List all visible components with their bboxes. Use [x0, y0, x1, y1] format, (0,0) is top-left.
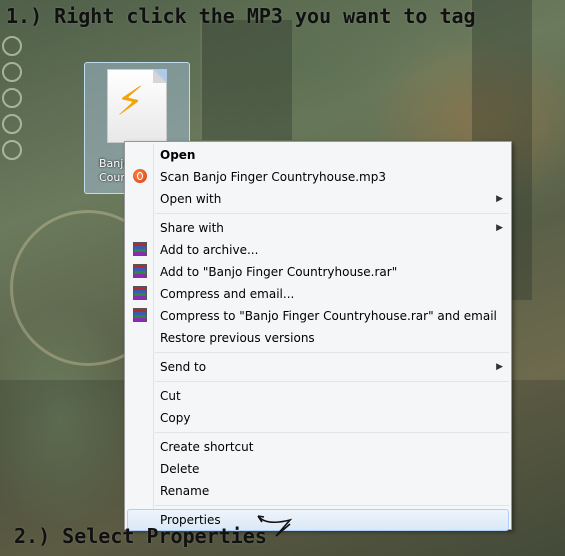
desktop-side-rail: [2, 30, 24, 166]
winrar-icon: [133, 286, 147, 300]
scan-icon: [133, 169, 147, 183]
menu-item-label: Compress and email...: [160, 287, 295, 301]
menu-item-scan[interactable]: Scan Banjo Finger Countryhouse.mp3: [125, 166, 511, 188]
submenu-arrow-icon: ▶: [496, 194, 503, 204]
menu-item-compress-to-rar-email[interactable]: Compress to "Banjo Finger Countryhouse.r…: [125, 305, 511, 327]
menu-item-label: Compress to "Banjo Finger Countryhouse.r…: [160, 309, 497, 323]
instruction-step-1: 1.) Right click the MP3 you want to tag: [6, 4, 476, 28]
rail-ring: [2, 140, 22, 160]
hand-drawn-arrow-icon: [257, 515, 293, 537]
menu-item-label: Add to archive...: [160, 243, 259, 257]
menu-item-label: Open: [160, 148, 196, 162]
menu-item-label: Cut: [160, 389, 181, 403]
background-building: [200, 20, 292, 140]
menu-item-share-with[interactable]: Share with ▶: [125, 217, 511, 239]
menu-item-label: Open with: [160, 192, 222, 206]
menu-item-label: Add to "Banjo Finger Countryhouse.rar": [160, 265, 398, 279]
rail-ring: [2, 62, 22, 82]
menu-item-label: Scan Banjo Finger Countryhouse.mp3: [160, 170, 387, 184]
instruction-step-2: 2.) Select Properties: [14, 524, 267, 548]
menu-item-add-to-rar[interactable]: Add to "Banjo Finger Countryhouse.rar": [125, 261, 511, 283]
menu-item-label: Copy: [160, 411, 191, 425]
submenu-arrow-icon: ▶: [496, 223, 503, 233]
menu-item-send-to[interactable]: Send to ▶: [125, 356, 511, 378]
rail-ring: [2, 36, 22, 56]
menu-item-label: Delete: [160, 462, 200, 476]
menu-item-create-shortcut[interactable]: Create shortcut: [125, 436, 511, 458]
menu-separator: [155, 432, 509, 433]
menu-item-copy[interactable]: Copy: [125, 407, 511, 429]
menu-item-label: Share with: [160, 221, 224, 235]
menu-item-restore-previous[interactable]: Restore previous versions: [125, 327, 511, 349]
submenu-arrow-icon: ▶: [496, 362, 503, 372]
menu-separator: [155, 352, 509, 353]
menu-item-label: Send to: [160, 360, 207, 374]
menu-item-cut[interactable]: Cut: [125, 385, 511, 407]
winamp-file-icon: ⚡: [107, 69, 167, 143]
rail-ring: [2, 88, 22, 108]
menu-item-open-with[interactable]: Open with ▶: [125, 188, 511, 210]
menu-item-delete[interactable]: Delete: [125, 458, 511, 480]
menu-separator: [155, 213, 509, 214]
menu-item-label: Create shortcut: [160, 440, 254, 454]
winrar-icon: [133, 242, 147, 256]
menu-item-label: Rename: [160, 484, 210, 498]
menu-separator: [155, 505, 509, 506]
rail-ring: [2, 114, 22, 134]
menu-item-label: Restore previous versions: [160, 331, 315, 345]
winrar-icon: [133, 308, 147, 322]
winrar-icon: [133, 264, 147, 278]
menu-separator: [155, 381, 509, 382]
menu-item-open[interactable]: Open: [125, 144, 511, 166]
menu-item-rename[interactable]: Rename: [125, 480, 511, 502]
menu-item-compress-email[interactable]: Compress and email...: [125, 283, 511, 305]
context-menu: Open Scan Banjo Finger Countryhouse.mp3 …: [124, 141, 512, 531]
menu-item-add-to-archive[interactable]: Add to archive...: [125, 239, 511, 261]
